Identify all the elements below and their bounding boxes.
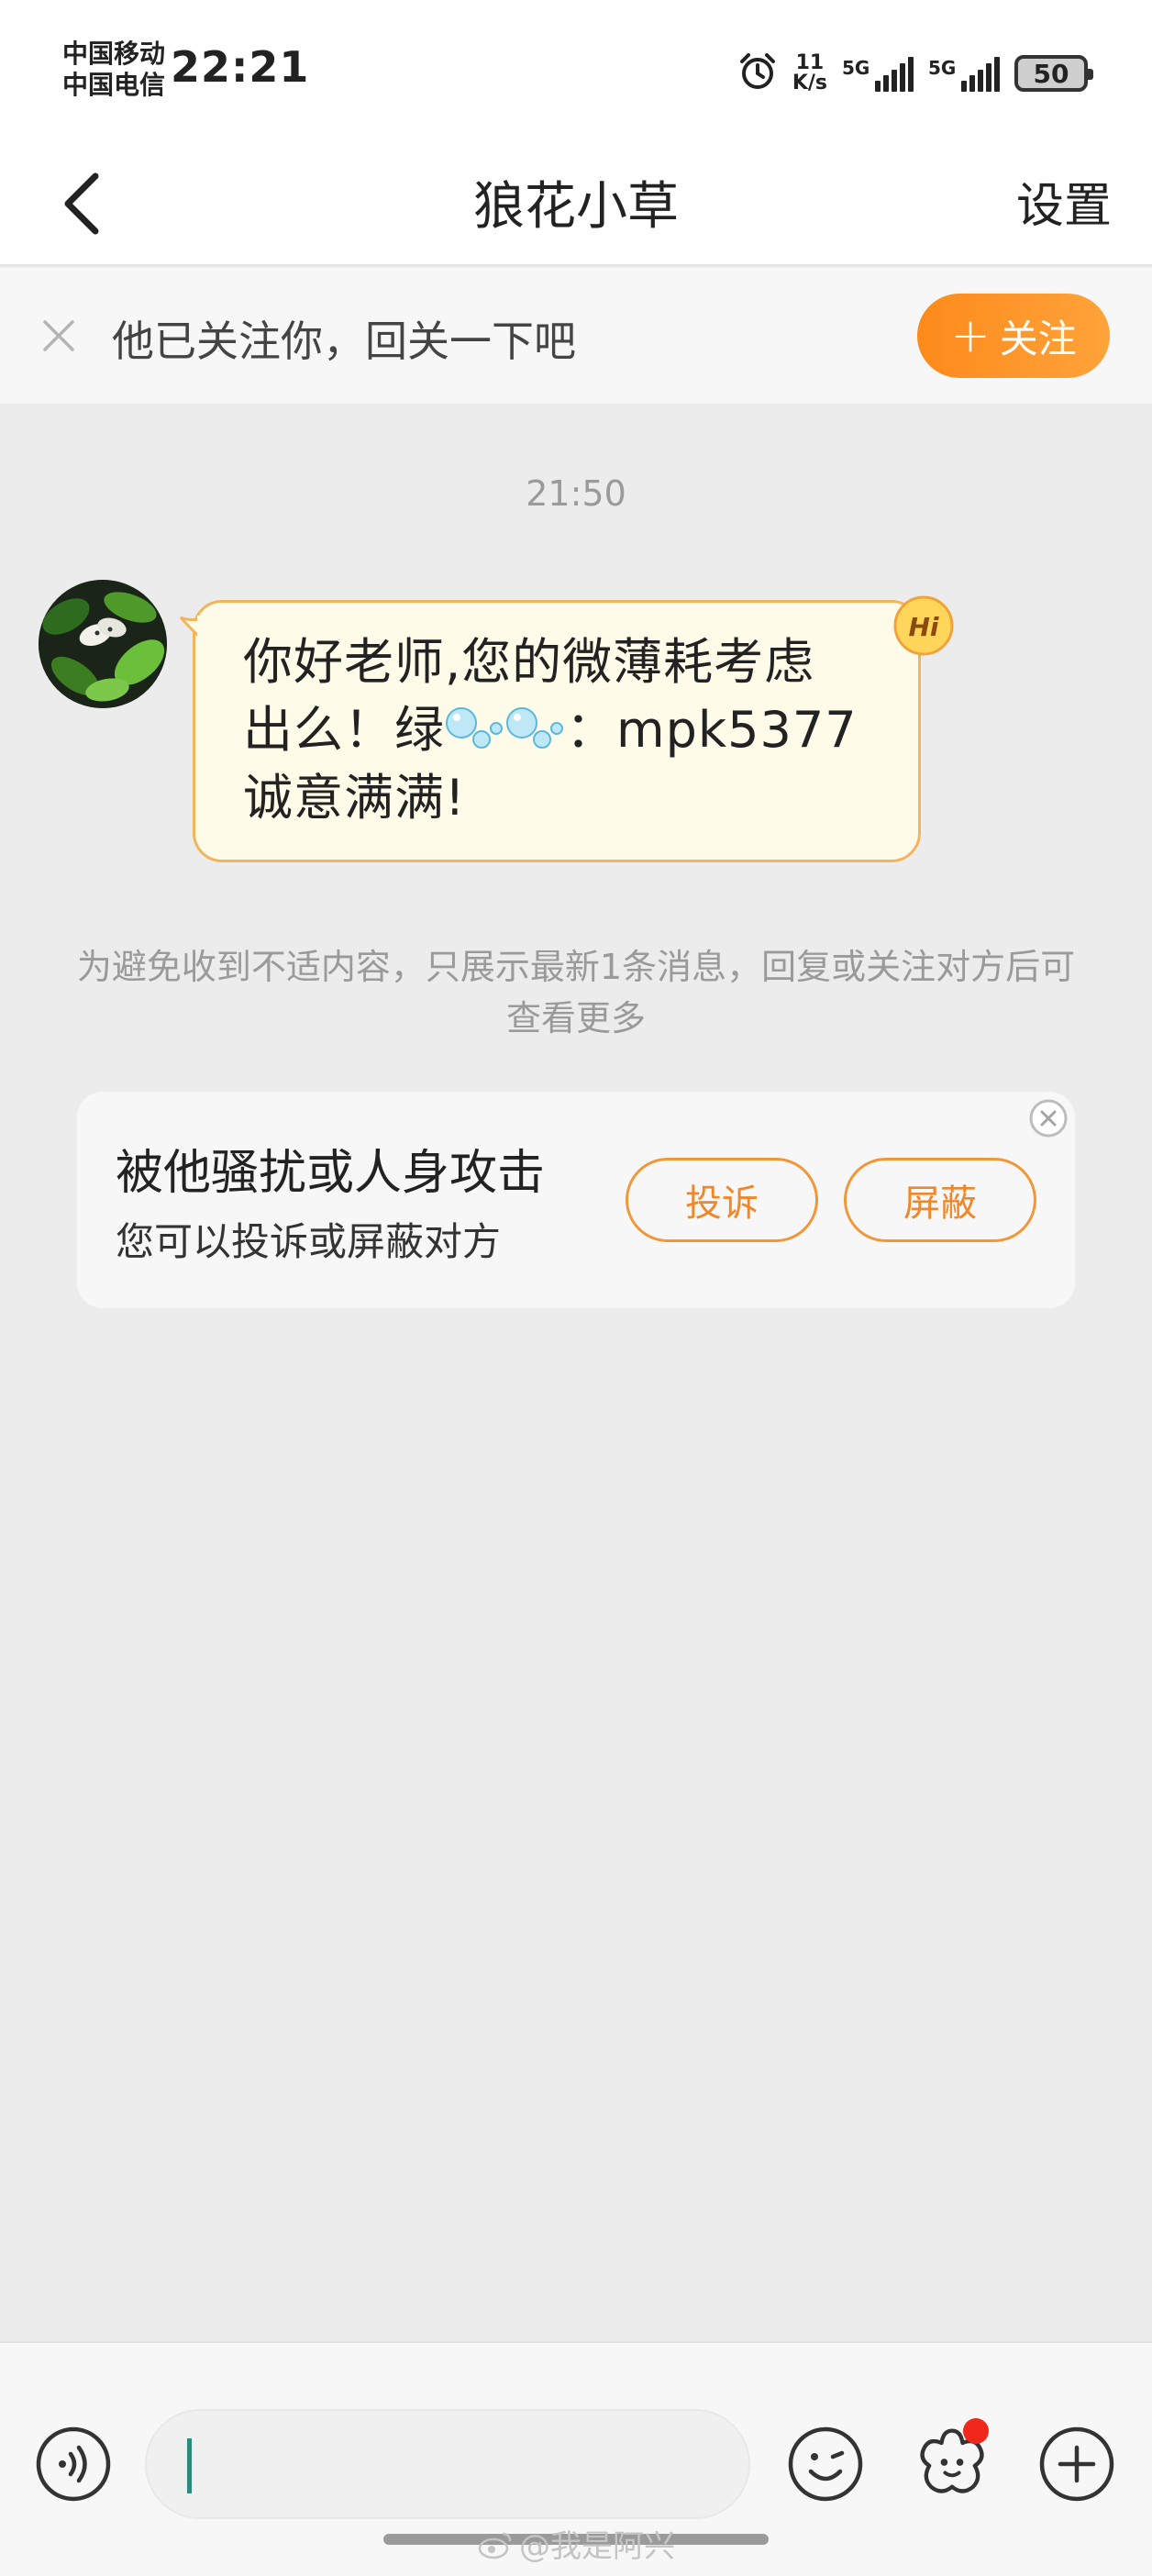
carrier-info: 中国移动 中国电信 — [62, 39, 172, 101]
message-bubble[interactable]: 你好老师,您的微薄耗考虑 出么！绿 ：mpk5377 诚意满满! — [179, 600, 921, 862]
harassment-title: 被他骚扰或人身攻击 — [116, 1146, 546, 1201]
message-input[interactable] — [145, 2409, 750, 2519]
avatar[interactable] — [39, 580, 167, 708]
report-button[interactable]: 投诉 — [626, 1158, 818, 1242]
net-speed: 11 K/s — [792, 51, 827, 94]
limited-messages-notice: 为避免收到不适内容，只展示最新1条消息，回复或关注对方后可查看更多 — [76, 947, 1076, 1038]
message-line-2: 出么！绿 ：mpk5377 — [243, 701, 858, 759]
battery-icon: 50 — [1014, 55, 1093, 92]
avatar-image — [39, 580, 167, 708]
settings-button[interactable]: 设置 — [1016, 167, 1112, 236]
clock: 22:21 — [171, 42, 310, 92]
voice-button[interactable] — [35, 2426, 112, 2503]
message-text: 你好老师,您的微薄耗考虑 出么！绿 ：mpk5377 诚意满满! — [243, 628, 889, 832]
banner-close-button[interactable] — [31, 308, 86, 363]
more-button[interactable] — [1038, 2426, 1115, 2503]
close-icon — [43, 320, 74, 351]
status-icons: 11 K/s 5G 5G 50 — [737, 46, 1093, 101]
sticker-button[interactable] — [914, 2418, 991, 2501]
follow-label: 关注 — [999, 316, 1077, 361]
signal-icon: 5G — [842, 55, 914, 92]
carrier-1: 中国移动 — [62, 39, 166, 69]
follow-back-banner: 他已关注你，回关一下吧 + 关注 — [0, 268, 1152, 404]
voice-icon — [36, 2426, 111, 2502]
follow-button[interactable]: + 关注 — [917, 294, 1110, 378]
emoji-icon — [788, 2426, 863, 2502]
message-line-3: 诚意满满! — [243, 769, 466, 827]
emoji-button[interactable] — [787, 2426, 864, 2503]
block-button[interactable]: 屏蔽 — [844, 1158, 1036, 1242]
bubbles-icon — [506, 707, 563, 749]
nav-bar: 狼花小草 设置 — [0, 138, 1152, 266]
hi-badge-icon: Hi — [893, 595, 954, 656]
alarm-icon — [737, 51, 778, 95]
harassment-subtitle: 您可以投诉或屏蔽对方 — [116, 1219, 502, 1264]
plus-icon: + — [950, 308, 991, 363]
bubble-tail — [179, 616, 206, 652]
follow-back-text: 他已关注你，回关一下吧 — [112, 316, 576, 366]
weibo-logo-icon — [478, 2532, 512, 2559]
text-caret — [187, 2438, 192, 2493]
message-line-1: 你好老师,您的微薄耗考虑 — [243, 633, 815, 691]
message-timestamp: 21:50 — [526, 473, 626, 514]
carrier-2: 中国电信 — [62, 70, 166, 100]
plus-icon — [1039, 2426, 1114, 2502]
close-icon[interactable] — [1027, 1097, 1069, 1139]
harassment-card: 被他骚扰或人身攻击 您可以投诉或屏蔽对方 投诉 屏蔽 — [77, 1092, 1075, 1308]
signal-icon-2: 5G — [928, 55, 1000, 92]
watermark: @我是阿兴 — [477, 2521, 675, 2566]
battery-level: 50 — [1033, 58, 1069, 89]
status-bar: 中国移动 中国电信 22:21 11 K/s 5G 5G 50 — [0, 0, 1152, 138]
svg-text:Hi: Hi — [908, 612, 938, 642]
notification-dot — [963, 2418, 989, 2444]
bubbles-icon — [446, 707, 503, 749]
page-title: 狼花小草 — [473, 177, 679, 237]
